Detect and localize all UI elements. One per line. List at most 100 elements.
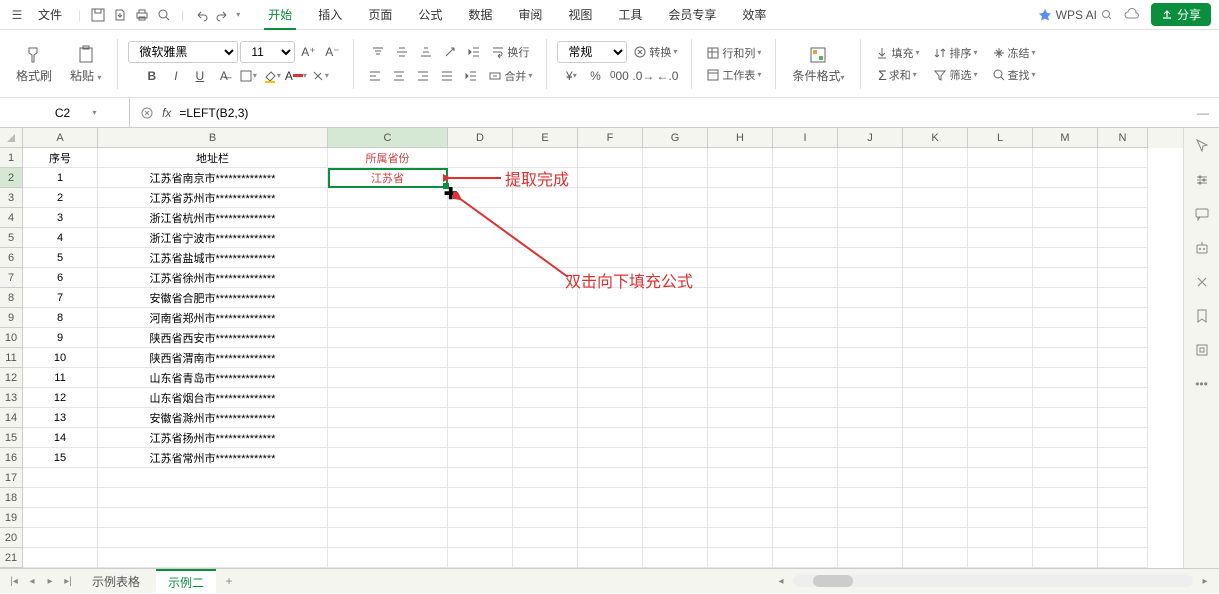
cell[interactable]: [643, 288, 708, 308]
cell[interactable]: [968, 448, 1033, 468]
cell[interactable]: [968, 408, 1033, 428]
cell[interactable]: [968, 168, 1033, 188]
cell[interactable]: [643, 448, 708, 468]
indent-inc-icon[interactable]: [460, 65, 482, 87]
cell[interactable]: [968, 268, 1033, 288]
cell[interactable]: [1098, 548, 1148, 568]
cell[interactable]: [328, 248, 448, 268]
cell[interactable]: [1033, 508, 1098, 528]
col-header[interactable]: L: [968, 128, 1033, 148]
orientation-icon[interactable]: [439, 41, 461, 63]
cell[interactable]: [708, 388, 773, 408]
cell[interactable]: [773, 308, 838, 328]
tab-insert[interactable]: 插入: [314, 0, 346, 29]
font-size-select[interactable]: 11: [240, 41, 295, 63]
cell[interactable]: [708, 428, 773, 448]
comma-icon[interactable]: 000: [608, 65, 630, 87]
cell[interactable]: [448, 268, 513, 288]
cell[interactable]: [448, 548, 513, 568]
cell[interactable]: [643, 388, 708, 408]
cell[interactable]: [643, 548, 708, 568]
cell[interactable]: [328, 228, 448, 248]
cell[interactable]: [773, 468, 838, 488]
cell[interactable]: [513, 508, 578, 528]
cell[interactable]: [578, 368, 643, 388]
cell[interactable]: [903, 548, 968, 568]
format-painter-button[interactable]: 格式刷: [10, 41, 58, 86]
row-header[interactable]: 1: [0, 148, 23, 168]
merge-button[interactable]: 合并▾: [484, 65, 536, 87]
cell[interactable]: [1033, 528, 1098, 548]
cell[interactable]: [328, 508, 448, 528]
cell[interactable]: [838, 148, 903, 168]
cell[interactable]: [968, 508, 1033, 528]
cell[interactable]: [838, 308, 903, 328]
cell[interactable]: [1098, 348, 1148, 368]
cell[interactable]: [708, 468, 773, 488]
col-header[interactable]: I: [773, 128, 838, 148]
cell[interactable]: [968, 208, 1033, 228]
cell[interactable]: [513, 248, 578, 268]
cell[interactable]: [838, 548, 903, 568]
cell[interactable]: [513, 308, 578, 328]
cell[interactable]: 浙江省杭州市**************: [98, 208, 328, 228]
col-header[interactable]: K: [903, 128, 968, 148]
cell[interactable]: [903, 508, 968, 528]
cell[interactable]: [708, 548, 773, 568]
cell[interactable]: [1033, 408, 1098, 428]
cell[interactable]: [643, 468, 708, 488]
cell[interactable]: [1033, 468, 1098, 488]
cell[interactable]: [773, 168, 838, 188]
row-header[interactable]: 16: [0, 448, 23, 468]
cell[interactable]: [328, 488, 448, 508]
undo-icon[interactable]: [192, 6, 210, 24]
cell[interactable]: [968, 248, 1033, 268]
cell[interactable]: [773, 288, 838, 308]
cell[interactable]: [1098, 528, 1148, 548]
row-col-button[interactable]: 行和列▾: [702, 43, 765, 63]
cell[interactable]: [968, 308, 1033, 328]
cell[interactable]: [643, 328, 708, 348]
row-header[interactable]: 14: [0, 408, 23, 428]
tab-home[interactable]: 开始: [264, 0, 296, 29]
fill-button[interactable]: 填充▾: [871, 43, 923, 63]
cell[interactable]: [773, 528, 838, 548]
cell[interactable]: [968, 348, 1033, 368]
cell[interactable]: [968, 528, 1033, 548]
cell[interactable]: [903, 148, 968, 168]
cell[interactable]: [708, 208, 773, 228]
cell[interactable]: [448, 508, 513, 528]
cell[interactable]: [578, 328, 643, 348]
cell[interactable]: 江苏省徐州市**************: [98, 268, 328, 288]
cell[interactable]: [448, 428, 513, 448]
cell[interactable]: [708, 328, 773, 348]
cell[interactable]: 江苏省苏州市**************: [98, 188, 328, 208]
cell[interactable]: [708, 348, 773, 368]
align-top-icon[interactable]: [367, 41, 389, 63]
cell[interactable]: [1033, 208, 1098, 228]
sort-button[interactable]: 排序▾: [929, 43, 981, 63]
cell[interactable]: [968, 368, 1033, 388]
cell[interactable]: [968, 388, 1033, 408]
cell[interactable]: [328, 548, 448, 568]
cell[interactable]: [1033, 308, 1098, 328]
cell[interactable]: 11: [23, 368, 98, 388]
cell[interactable]: [773, 488, 838, 508]
cell[interactable]: [838, 468, 903, 488]
cell[interactable]: 所属省份: [328, 148, 448, 168]
cell[interactable]: [23, 488, 98, 508]
row-header[interactable]: 11: [0, 348, 23, 368]
cell[interactable]: [1098, 508, 1148, 528]
cell[interactable]: [903, 348, 968, 368]
cell[interactable]: [1033, 288, 1098, 308]
cell[interactable]: [578, 448, 643, 468]
cell[interactable]: [578, 168, 643, 188]
cell[interactable]: 8: [23, 308, 98, 328]
cell[interactable]: 13: [23, 408, 98, 428]
tab-formula[interactable]: 公式: [414, 0, 446, 29]
sidebar-component-icon[interactable]: [1192, 340, 1212, 360]
cell[interactable]: [708, 448, 773, 468]
cell[interactable]: 山东省烟台市**************: [98, 388, 328, 408]
freeze-button[interactable]: 冻结▾: [988, 43, 1040, 63]
cell[interactable]: 15: [23, 448, 98, 468]
